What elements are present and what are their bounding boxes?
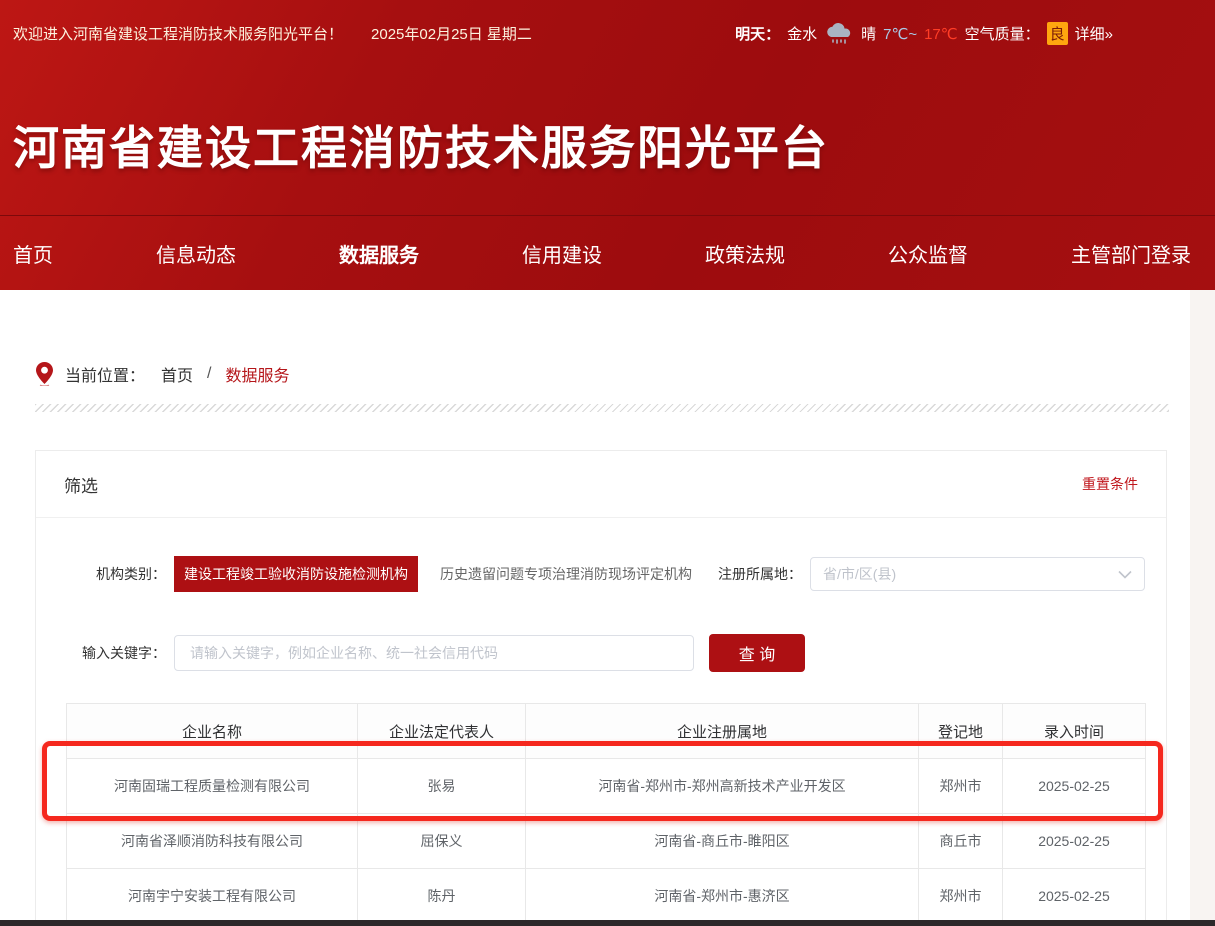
- weather-district: 金水: [787, 23, 817, 44]
- nav-item-data-service[interactable]: 数据服务: [339, 239, 419, 268]
- breadcrumb-separator: /: [207, 365, 211, 383]
- location-pin-icon: [36, 362, 53, 386]
- reset-filters-link[interactable]: 重置条件: [1082, 474, 1138, 494]
- breadcrumb-home-link[interactable]: 首页: [161, 362, 193, 386]
- cell-entry-date: 2025-02-25: [1003, 759, 1146, 814]
- cell-company: 河南宇宁安装工程有限公司: [67, 869, 358, 922]
- cell-legal-rep: 陈丹: [358, 869, 526, 922]
- keyword-label: 输入关键字：: [66, 643, 166, 663]
- cell-record-place: 商丘市: [919, 814, 1003, 869]
- temp-low: 7℃~: [883, 25, 917, 43]
- table-row[interactable]: 河南固瑞工程质量检测有限公司 张易 河南省-郑州市-郑州高新技术产业开发区 郑州…: [67, 759, 1146, 814]
- cell-record-place: 郑州市: [919, 869, 1003, 922]
- cell-company: 河南固瑞工程质量检测有限公司: [67, 759, 358, 814]
- weather-widget: 明天： 金水 晴 7℃~ 17℃ 空气质量： 良 详细»: [735, 22, 1113, 45]
- filter-title: 筛选: [64, 472, 98, 497]
- cell-reg-location: 河南省-郑州市-郑州高新技术产业开发区: [526, 759, 919, 814]
- region-group: 注册所属地： 省/市/区(县): [702, 557, 1145, 591]
- welcome-text: 欢迎进入河南省建设工程消防技术服务阳光平台！: [13, 23, 343, 44]
- breadcrumb: 当前位置： 首页 / 数据服务: [36, 362, 290, 386]
- filter-card-header: 筛选 重置条件: [36, 451, 1166, 518]
- filter-body: 机构类别： 建设工程竣工验收消防设施检测机构 历史遗留问题专项治理消防现场评定机…: [36, 556, 1166, 921]
- results-table: 企业名称 企业法定代表人 企业注册属地 登记地 录入时间 河南固瑞工程质量检测有…: [66, 703, 1146, 921]
- page-right-gutter: [1190, 290, 1215, 920]
- cell-record-place: 郑州市: [919, 759, 1003, 814]
- site-header: 欢迎进入河南省建设工程消防技术服务阳光平台！ 2025年02月25日 星期二 明…: [0, 0, 1215, 290]
- keyword-input[interactable]: [174, 635, 694, 671]
- nav-item-admin-login[interactable]: 主管部门登录: [1071, 239, 1191, 268]
- region-select[interactable]: 省/市/区(县): [810, 557, 1145, 591]
- nav-item-policy[interactable]: 政策法规: [705, 239, 785, 268]
- nav-item-home[interactable]: 首页: [13, 239, 53, 268]
- column-header-record-place: 登记地: [919, 704, 1003, 759]
- region-select-placeholder: 省/市/区(县): [823, 564, 896, 584]
- cell-company: 河南省泽顺消防科技有限公司: [67, 814, 358, 869]
- nav-item-news[interactable]: 信息动态: [156, 239, 236, 268]
- table-row[interactable]: 河南省泽顺消防科技有限公司 屈保义 河南省-商丘市-睢阳区 商丘市 2025-0…: [67, 814, 1146, 869]
- weather-condition: 晴: [861, 23, 876, 44]
- chevron-down-icon: [1118, 570, 1132, 579]
- slash-pattern-divider: [35, 404, 1169, 412]
- breadcrumb-current[interactable]: 数据服务: [225, 362, 289, 386]
- region-label: 注册所属地：: [702, 564, 802, 584]
- cell-reg-location: 河南省-郑州市-惠济区: [526, 869, 919, 922]
- tomorrow-label: 明天：: [735, 23, 780, 44]
- table-header-row: 企业名称 企业法定代表人 企业注册属地 登记地 录入时间: [67, 704, 1146, 759]
- weather-detail-link[interactable]: 详细»: [1075, 23, 1113, 44]
- keyword-filter-row: 输入关键字： 查 询: [66, 634, 1136, 672]
- temp-high: 17℃: [924, 25, 958, 43]
- nav-item-credit[interactable]: 信用建设: [522, 239, 602, 268]
- category-label: 机构类别：: [66, 564, 166, 584]
- category-filter-row: 机构类别： 建设工程竣工验收消防设施检测机构 历史遗留问题专项治理消防现场评定机…: [66, 556, 1136, 592]
- cell-legal-rep: 屈保义: [358, 814, 526, 869]
- cloud-rain-icon: [824, 23, 854, 45]
- breadcrumb-label: 当前位置：: [65, 362, 145, 386]
- cell-legal-rep: 张易: [358, 759, 526, 814]
- topbar: 欢迎进入河南省建设工程消防技术服务阳光平台！ 2025年02月25日 星期二 明…: [0, 0, 1215, 45]
- column-header-company: 企业名称: [67, 704, 358, 759]
- bottom-dark-edge: [0, 920, 1215, 926]
- search-button[interactable]: 查 询: [709, 634, 805, 672]
- main-nav: 首页 信息动态 数据服务 信用建设 政策法规 公众监督 主管部门登录: [0, 215, 1215, 290]
- air-quality-badge: 良: [1047, 22, 1068, 45]
- category-button-inspection[interactable]: 建设工程竣工验收消防设施检测机构: [174, 556, 418, 592]
- table-row[interactable]: 河南宇宁安装工程有限公司 陈丹 河南省-郑州市-惠济区 郑州市 2025-02-…: [67, 869, 1146, 922]
- cell-entry-date: 2025-02-25: [1003, 869, 1146, 922]
- cell-entry-date: 2025-02-25: [1003, 814, 1146, 869]
- column-header-reg-location: 企业注册属地: [526, 704, 919, 759]
- date-text: 2025年02月25日 星期二: [371, 23, 532, 44]
- column-header-entry-date: 录入时间: [1003, 704, 1146, 759]
- nav-item-supervision[interactable]: 公众监督: [888, 239, 968, 268]
- filter-card: 筛选 重置条件 机构类别： 建设工程竣工验收消防设施检测机构 历史遗留问题专项治…: [35, 450, 1167, 921]
- page-title: 河南省建设工程消防技术服务阳光平台: [13, 112, 829, 178]
- column-header-legal-rep: 企业法定代表人: [358, 704, 526, 759]
- category-button-legacy[interactable]: 历史遗留问题专项治理消防现场评定机构: [430, 556, 702, 592]
- cell-reg-location: 河南省-商丘市-睢阳区: [526, 814, 919, 869]
- air-quality-label: 空气质量：: [965, 23, 1040, 44]
